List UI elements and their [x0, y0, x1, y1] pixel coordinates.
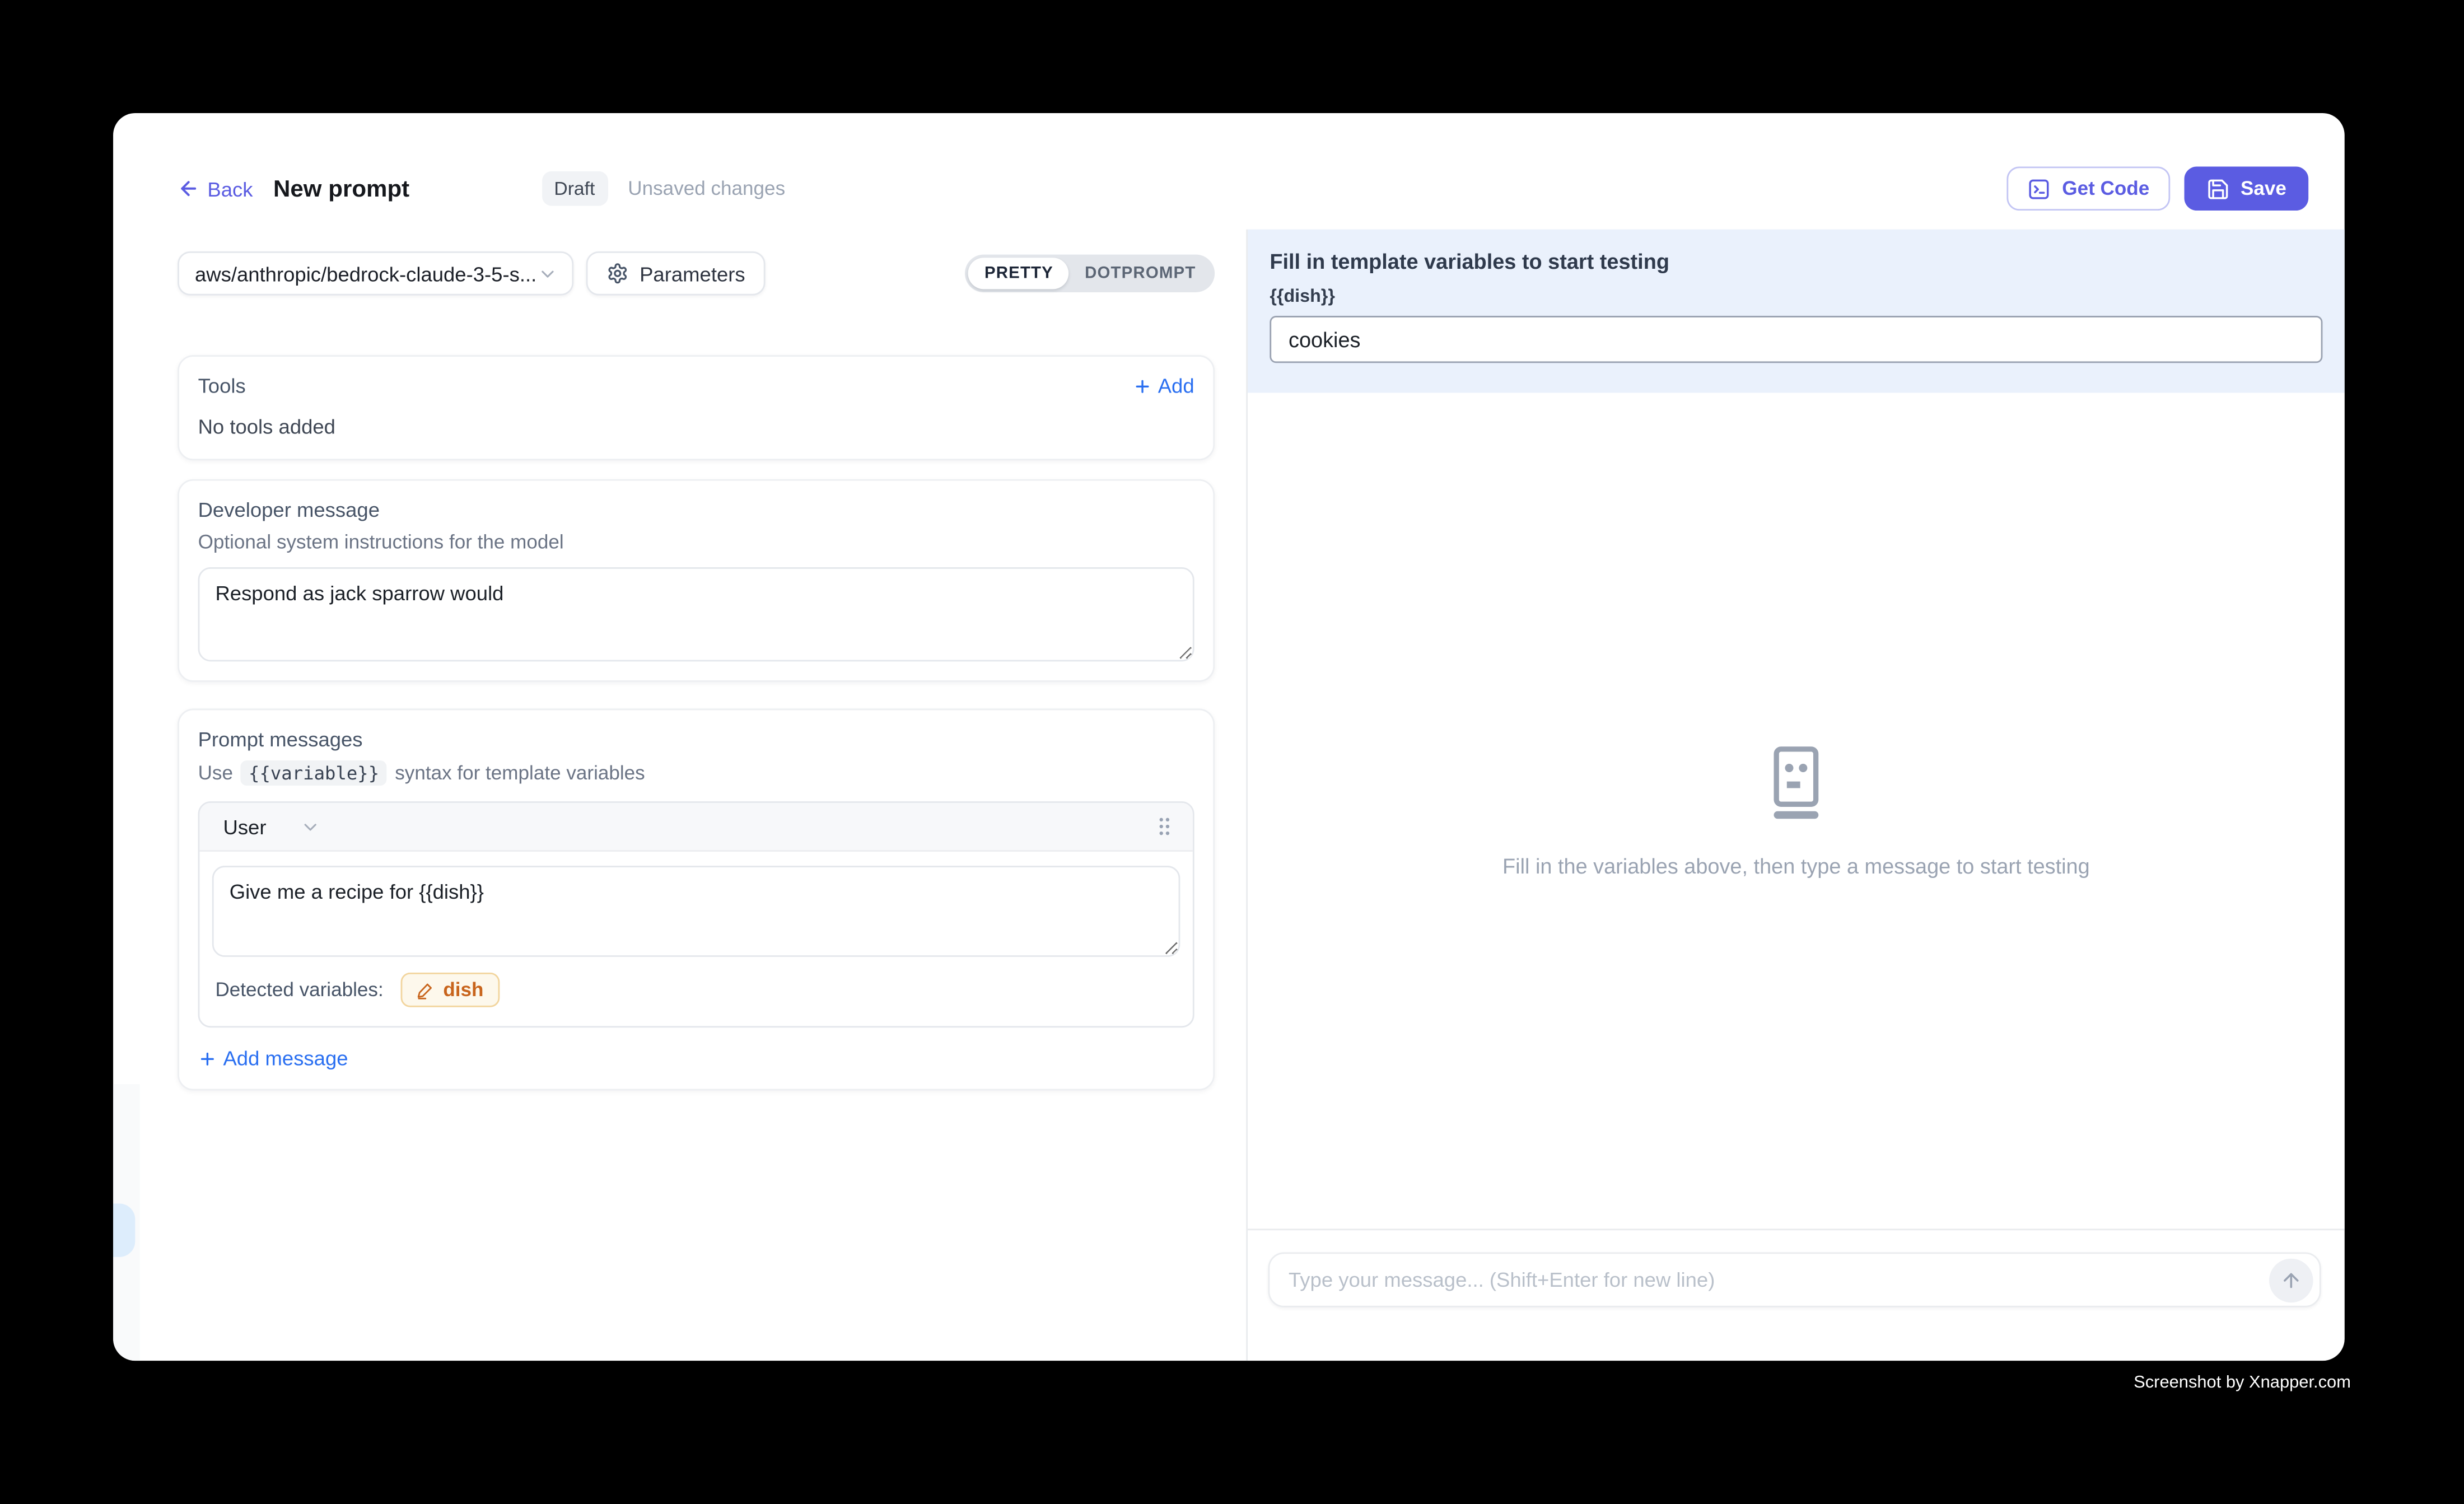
arrow-left-icon [178, 178, 199, 199]
detected-variables-label: Detected variables: [215, 979, 383, 1001]
tools-title: Tools [198, 374, 246, 398]
plus-icon [1133, 376, 1152, 395]
variable-chip-label: dish [443, 979, 483, 1001]
app-window: Back New prompt Draft Unsaved changes Ge… [113, 113, 2345, 1361]
role-selector[interactable]: User [223, 815, 321, 838]
get-code-label: Get Code [2062, 178, 2149, 199]
back-label: Back [207, 177, 253, 200]
watermark-text: Screenshot by Xnapper.com [2134, 1374, 2351, 1393]
view-mode-toggle: PRETTY DOTPROMPT [965, 255, 1215, 292]
variable-name-label: {{dish}} [1270, 288, 2322, 307]
hint-prefix: Use [198, 762, 233, 784]
chevron-down-icon [538, 263, 558, 283]
variable-chip-dish[interactable]: dish [401, 973, 500, 1007]
tools-empty-text: No tools added [198, 415, 1194, 438]
role-selector-value: User [223, 815, 266, 838]
developer-message-subtitle: Optional system instructions for the mod… [198, 531, 1194, 553]
parameters-label: Parameters [640, 261, 745, 285]
message-input-bar [1248, 1229, 2345, 1361]
save-icon [2206, 177, 2229, 200]
back-button[interactable]: Back [178, 177, 253, 200]
save-button[interactable]: Save [2184, 166, 2308, 211]
message-content-textarea[interactable]: Give me a recipe for {{dish}} [212, 866, 1180, 957]
test-panel: Fill in template variables to start test… [1246, 230, 2344, 1361]
add-message-label: Add message [223, 1047, 348, 1070]
terminal-icon [2028, 177, 2051, 200]
model-selector[interactable]: aws/anthropic/bedrock-claude-3-5-s... [178, 251, 573, 296]
chat-empty-area: Fill in the variables above, then type a… [1248, 393, 2345, 1229]
prompt-messages-section: Prompt messages Use {{variable}} syntax … [178, 709, 1215, 1091]
pencil-icon [417, 980, 436, 999]
parameters-button[interactable]: Parameters [586, 251, 766, 296]
page-title: New prompt [273, 175, 409, 202]
add-tool-label: Add [1158, 374, 1194, 398]
model-toolbar: aws/anthropic/bedrock-claude-3-5-s... Pa… [178, 251, 1215, 296]
add-message-button[interactable]: Add message [198, 1047, 1194, 1070]
variables-panel-title: Fill in template variables to start test… [1270, 250, 2322, 273]
save-label: Save [2241, 178, 2286, 199]
tools-section: Tools Add No tools added [178, 355, 1215, 460]
background-sidebar-highlight [113, 1203, 135, 1257]
chevron-down-icon [301, 816, 321, 837]
developer-message-textarea[interactable]: Respond as jack sparrow would [198, 567, 1194, 661]
variable-value-input[interactable] [1270, 316, 2322, 363]
plus-icon [198, 1049, 217, 1068]
model-selector-value: aws/anthropic/bedrock-claude-3-5-s... [195, 261, 536, 285]
bot-face-icon [1760, 744, 1832, 820]
message-header: User [199, 803, 1192, 852]
template-variables-panel: Fill in template variables to start test… [1248, 230, 2345, 393]
message-block: User Give me a recipe for {{dish}} [198, 801, 1194, 1027]
screenshot-stage: Back New prompt Draft Unsaved changes Ge… [0, 0, 2464, 1503]
developer-message-title: Developer message [198, 498, 1194, 522]
message-input[interactable] [1270, 1254, 2319, 1306]
template-syntax-hint: Use {{variable}} syntax for template var… [198, 760, 1194, 786]
gear-icon [606, 263, 628, 284]
get-code-button[interactable]: Get Code [2007, 166, 2170, 211]
detected-variables-row: Detected variables: dish [199, 957, 1192, 1026]
variable-syntax-chip: {{variable}} [241, 760, 387, 786]
add-tool-button[interactable]: Add [1133, 374, 1194, 398]
drag-handle-icon[interactable] [1152, 814, 1177, 839]
main-split: aws/anthropic/bedrock-claude-3-5-s... Pa… [113, 230, 2345, 1361]
unsaved-changes-label: Unsaved changes [628, 178, 785, 199]
prompt-editor-panel: aws/anthropic/bedrock-claude-3-5-s... Pa… [113, 230, 1246, 1361]
message-input-row [1268, 1252, 2321, 1307]
empty-state-text: Fill in the variables above, then type a… [1502, 854, 2090, 877]
toggle-pretty[interactable]: PRETTY [969, 258, 1069, 289]
toggle-dotprompt[interactable]: DOTPROMPT [1069, 258, 1211, 289]
developer-message-section: Developer message Optional system instru… [178, 479, 1215, 682]
status-badge: Draft [542, 171, 608, 206]
app-header: Back New prompt Draft Unsaved changes Ge… [113, 113, 2345, 230]
header-actions: Get Code Save [2007, 166, 2308, 211]
hint-suffix: syntax for template variables [395, 762, 645, 784]
send-button[interactable] [2269, 1259, 2313, 1303]
prompt-messages-title: Prompt messages [198, 727, 1194, 751]
arrow-up-icon [2280, 1269, 2302, 1291]
